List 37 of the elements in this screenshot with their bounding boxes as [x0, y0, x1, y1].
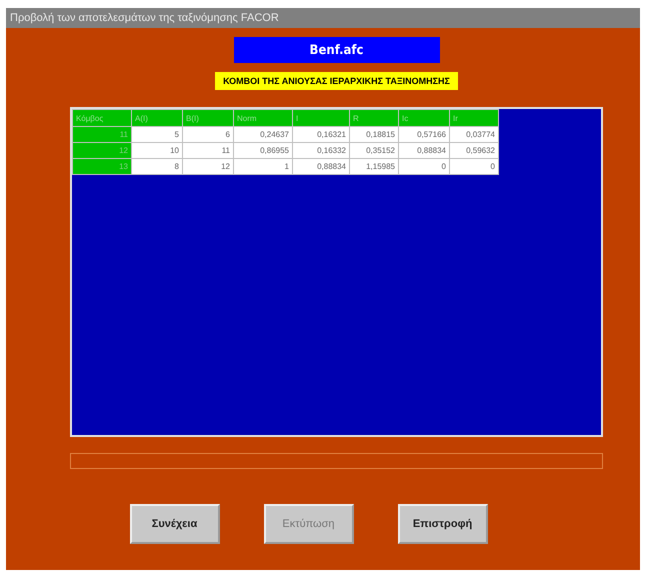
table-cell: 0: [450, 158, 498, 174]
column-header[interactable]: Ic: [398, 110, 450, 126]
table-cell: 1: [234, 158, 292, 174]
table-cell: 6: [182, 126, 234, 142]
table-cell: 0,88834: [292, 158, 350, 174]
column-header[interactable]: R: [350, 110, 398, 126]
column-header[interactable]: B(I): [182, 110, 234, 126]
action-button[interactable]: Επιστροφή: [398, 504, 488, 544]
table-cell: 0,16321: [292, 126, 350, 142]
table-cell: 1,15985: [350, 158, 398, 174]
table-cell: 0,35152: [350, 142, 398, 158]
row-header[interactable]: 13: [72, 158, 132, 174]
heading: ΚΟΜΒΟΙ ΤΗΣ ΑΝΙΟΥΣΑΣ ΙΕΡΑΡΧΙΚΗΣ ΤΑΞΙΝΟΜΗΣΗΣ: [215, 72, 458, 90]
table-cell: 0,88834: [398, 142, 450, 158]
column-header[interactable]: I: [292, 110, 350, 126]
column-header[interactable]: Norm: [234, 110, 292, 126]
table-cell: 12: [182, 158, 234, 174]
file-name: Benf.afc: [234, 37, 440, 63]
table-cell: 5: [132, 126, 182, 142]
table-cell: 0,18815: [350, 126, 398, 142]
action-button[interactable]: Συνέχεια: [130, 504, 220, 544]
row-header[interactable]: 12: [72, 142, 132, 158]
table-cell: 0,59632: [450, 142, 498, 158]
row-header[interactable]: 11: [72, 126, 132, 142]
column-header[interactable]: A(I): [132, 110, 182, 126]
table-cell: 0: [398, 158, 450, 174]
table-cell: 0,24637: [234, 126, 292, 142]
table-cell: 0,16332: [292, 142, 350, 158]
table-cell: 0,03774: [450, 126, 498, 142]
table-cell: 11: [182, 142, 234, 158]
table-cell: 0,57166: [398, 126, 450, 142]
table-cell: 10: [132, 142, 182, 158]
column-header[interactable]: Κόμβος: [72, 110, 132, 126]
table-cell: 8: [132, 158, 182, 174]
window-title: Προβολή των αποτελεσμάτων της ταξινόμησης FACOR: [6, 8, 640, 28]
table-cell: 0,86955: [234, 142, 292, 158]
column-header[interactable]: Ir: [450, 110, 498, 126]
